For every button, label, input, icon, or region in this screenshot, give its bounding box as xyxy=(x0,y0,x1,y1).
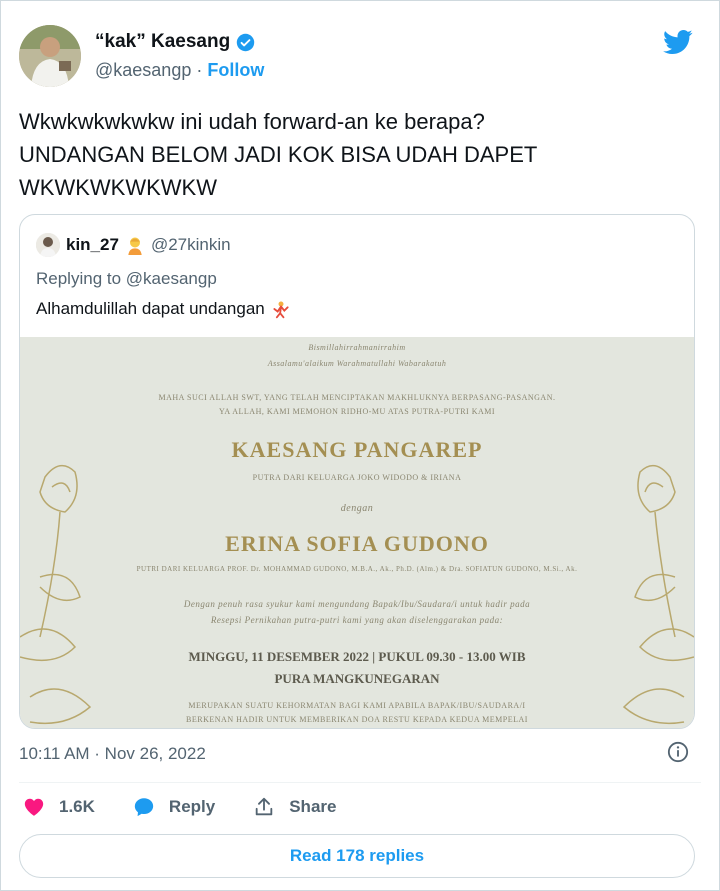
share-button[interactable]: Share xyxy=(253,796,336,818)
share-icon xyxy=(255,797,273,816)
divider xyxy=(19,782,701,783)
replying-to-prefix: Replying to xyxy=(36,269,122,288)
invitation-text-line: YA ALLAH, KAMI MEMOHON RIDHO-MU ATAS PUT… xyxy=(218,407,496,416)
handle-separator: · xyxy=(196,60,203,80)
tweet-text-line: WKWKWKWKWKW xyxy=(19,175,217,200)
share-label: Share xyxy=(289,797,337,816)
invitation-greeting: Assalamu'alaikum Warahmatullahi Wabaraka… xyxy=(267,359,447,368)
quoted-author-handle[interactable]: @27kinkin xyxy=(151,235,231,255)
invitation-bismillah: Bismillahirrahmanirrahim xyxy=(308,343,406,352)
quoted-author-name[interactable]: kin_27 xyxy=(66,235,119,255)
author-handle[interactable]: @kaesangp xyxy=(95,60,191,80)
twitter-bird-icon[interactable] xyxy=(663,27,693,57)
event-venue: PURA MANGKUNEGARAN xyxy=(274,671,440,686)
quoted-tweet-text: Alhamdulillah dapat undangan xyxy=(36,299,291,319)
follow-button[interactable]: Follow xyxy=(207,60,264,80)
heart-icon xyxy=(24,798,44,816)
reply-bubble-icon xyxy=(134,798,154,817)
bride-parents: PUTRI DARI KELUARGA PROF. Dr. MOHAMMAD G… xyxy=(136,565,578,573)
quoted-text-body: Alhamdulillah dapat undangan xyxy=(36,299,265,318)
invitation-image[interactable]: Bismillahirrahmanirrahim Assalamu'alaiku… xyxy=(20,337,694,728)
quoted-tweet[interactable]: kin_27 @27kinkin Replying to @kaesangp A… xyxy=(19,214,695,729)
tweet-text: Wkwkwkwkwkw ini udah forward-an ke berap… xyxy=(19,105,699,204)
groom-name: KAESANG PANGAREP xyxy=(231,437,483,462)
read-replies-button[interactable]: Read 178 replies xyxy=(19,834,695,878)
info-icon[interactable] xyxy=(667,741,689,763)
invitation-text-line: MERUPAKAN SUATU KEHORMATAN BAGI KAMI APA… xyxy=(188,701,526,710)
replying-to-handle[interactable]: @kaesangp xyxy=(126,269,217,288)
person-emoji-icon xyxy=(128,237,142,255)
verified-badge-icon xyxy=(236,33,255,51)
tweet-timestamp[interactable]: 10:11 AM · Nov 26, 2022 xyxy=(19,744,206,764)
like-button[interactable]: 1.6K xyxy=(23,796,95,818)
replying-to: Replying to @kaesangp xyxy=(36,269,217,289)
invitation-text-line: MAHA SUCI ALLAH SWT, YANG TELAH MENCIPTA… xyxy=(158,393,556,402)
author-avatar[interactable] xyxy=(19,25,81,87)
bride-name: ERINA SOFIA GUDONO xyxy=(225,531,489,556)
event-date: MINGGU, 11 DESEMBER 2022 | PUKUL 09.30 -… xyxy=(188,649,526,664)
reply-label: Reply xyxy=(168,797,216,816)
tweet-card: “kak” Kaesang @kaesangp · Follow Wkwkwkw… xyxy=(0,0,720,891)
author-display-name[interactable]: “kak” Kaesang xyxy=(95,31,230,53)
dancing-emoji-icon xyxy=(273,301,289,319)
invitation-text-line: Resepsi Pernikahan putra-putri kami yang… xyxy=(210,615,504,625)
invitation-text-line: Dengan penuh rasa syukur kami mengundang… xyxy=(183,599,531,609)
reply-button[interactable]: Reply xyxy=(133,796,215,818)
groom-parents: PUTRA DARI KELUARGA JOKO WIDODO & IRIANA xyxy=(252,473,462,482)
invitation-conjunction: dengan xyxy=(340,503,374,514)
invitation-text-line: BERKENAN HADIR UNTUK MEMBERIKAN DOA REST… xyxy=(186,715,528,724)
tweet-text-line: UNDANGAN BELOM JADI KOK BISA UDAH DAPET xyxy=(19,142,538,167)
quoted-author-avatar[interactable] xyxy=(36,233,60,257)
like-count: 1.6K xyxy=(59,797,95,816)
tweet-text-line: Wkwkwkwkwkw ini udah forward-an ke berap… xyxy=(19,109,485,134)
